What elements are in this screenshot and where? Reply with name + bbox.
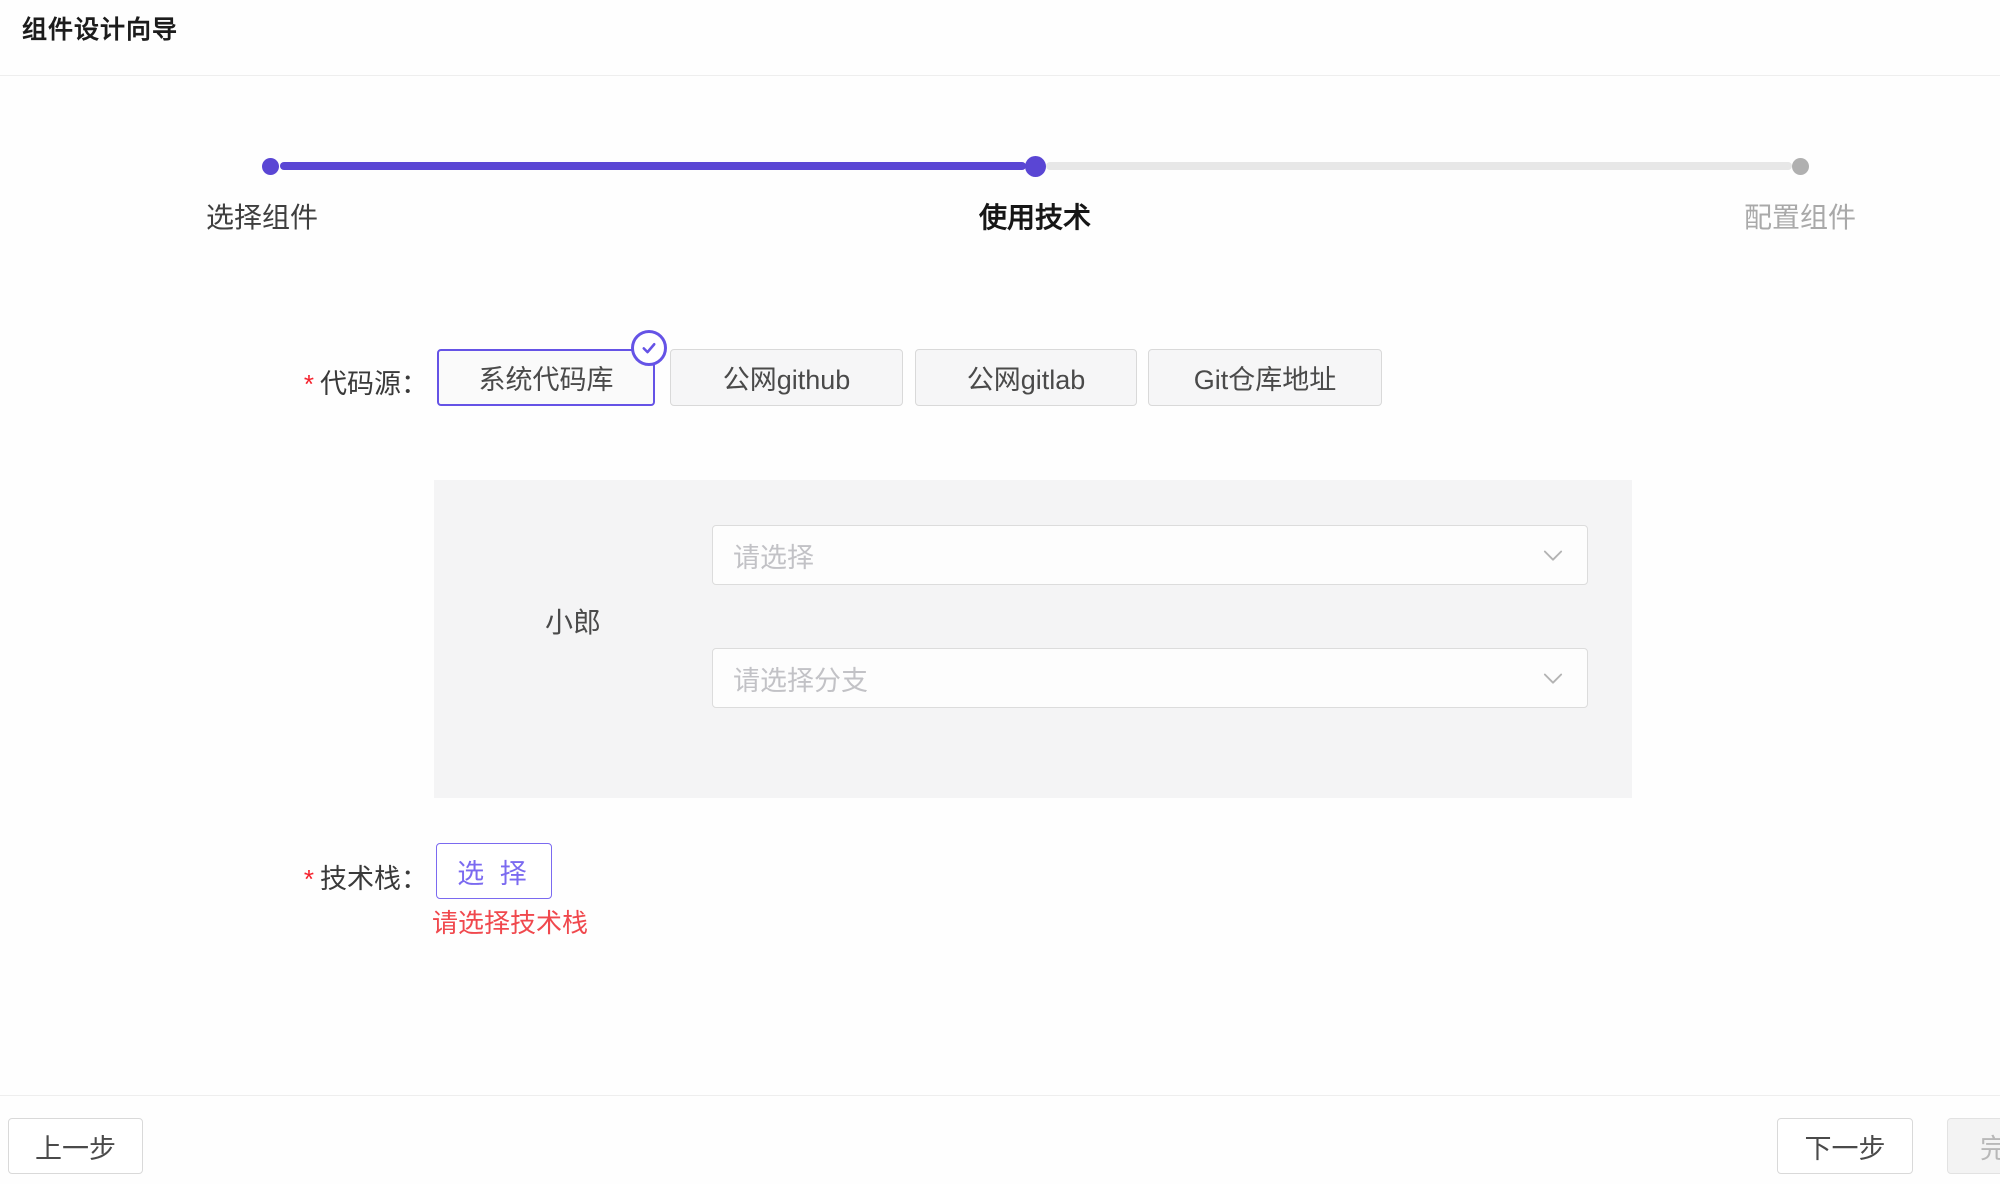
option-label: 公网github — [723, 358, 851, 397]
tech-stack-label: *技术栈： — [228, 857, 428, 896]
required-asterisk: * — [304, 864, 314, 894]
chevron-down-icon — [1539, 664, 1567, 692]
footer-divider — [0, 1095, 2000, 1096]
header-divider — [0, 75, 2000, 76]
tech-stack-error-message: 请选择技术栈 — [432, 903, 588, 940]
step-label-configure-component: 配置组件 — [1744, 196, 1856, 236]
option-label: 公网gitlab — [967, 358, 1086, 397]
step-label-select-component: 选择组件 — [206, 196, 318, 236]
previous-step-label: 上一步 — [35, 1127, 116, 1166]
wizard-dialog: 组件设计向导 选择组件 使用技术 配置组件 *代码源： 系统代码库 公网gith… — [0, 0, 2000, 1184]
branch-select[interactable]: 请选择分支 — [712, 648, 1588, 708]
next-step-button[interactable]: 下一步 — [1777, 1118, 1913, 1174]
repo-owner-label: 小郎 — [545, 601, 601, 641]
repo-select-placeholder: 请选择 — [733, 536, 1539, 575]
option-label: 系统代码库 — [479, 358, 614, 397]
code-source-option-system-repo[interactable]: 系统代码库 — [437, 349, 655, 406]
branch-select-placeholder: 请选择分支 — [733, 659, 1539, 698]
finish-button[interactable]: 完成 — [1947, 1118, 2000, 1174]
step-label-use-technology: 使用技术 — [979, 196, 1091, 236]
selected-check-icon — [631, 330, 667, 366]
code-source-option-public-github[interactable]: 公网github — [670, 349, 903, 406]
finish-label: 完成 — [1980, 1127, 2000, 1166]
tech-stack-choose-button[interactable]: 选 择 — [436, 843, 552, 899]
chevron-down-icon — [1539, 541, 1567, 569]
code-source-option-git-url[interactable]: Git仓库地址 — [1148, 349, 1382, 406]
progress-line-pending — [1046, 162, 1792, 170]
step-dot-configure-component — [1792, 158, 1809, 175]
progress-line-done — [280, 162, 1026, 170]
repo-select[interactable]: 请选择 — [712, 525, 1588, 585]
step-dot-select-component — [262, 158, 279, 175]
option-label: Git仓库地址 — [1194, 358, 1337, 397]
step-dot-use-technology — [1025, 156, 1046, 177]
required-asterisk: * — [304, 369, 314, 399]
choose-button-label: 选 择 — [457, 852, 531, 891]
previous-step-button[interactable]: 上一步 — [8, 1118, 143, 1174]
page-title: 组件设计向导 — [22, 10, 178, 46]
code-source-option-public-gitlab[interactable]: 公网gitlab — [915, 349, 1137, 406]
next-step-label: 下一步 — [1805, 1127, 1886, 1166]
code-source-label: *代码源： — [228, 362, 428, 401]
